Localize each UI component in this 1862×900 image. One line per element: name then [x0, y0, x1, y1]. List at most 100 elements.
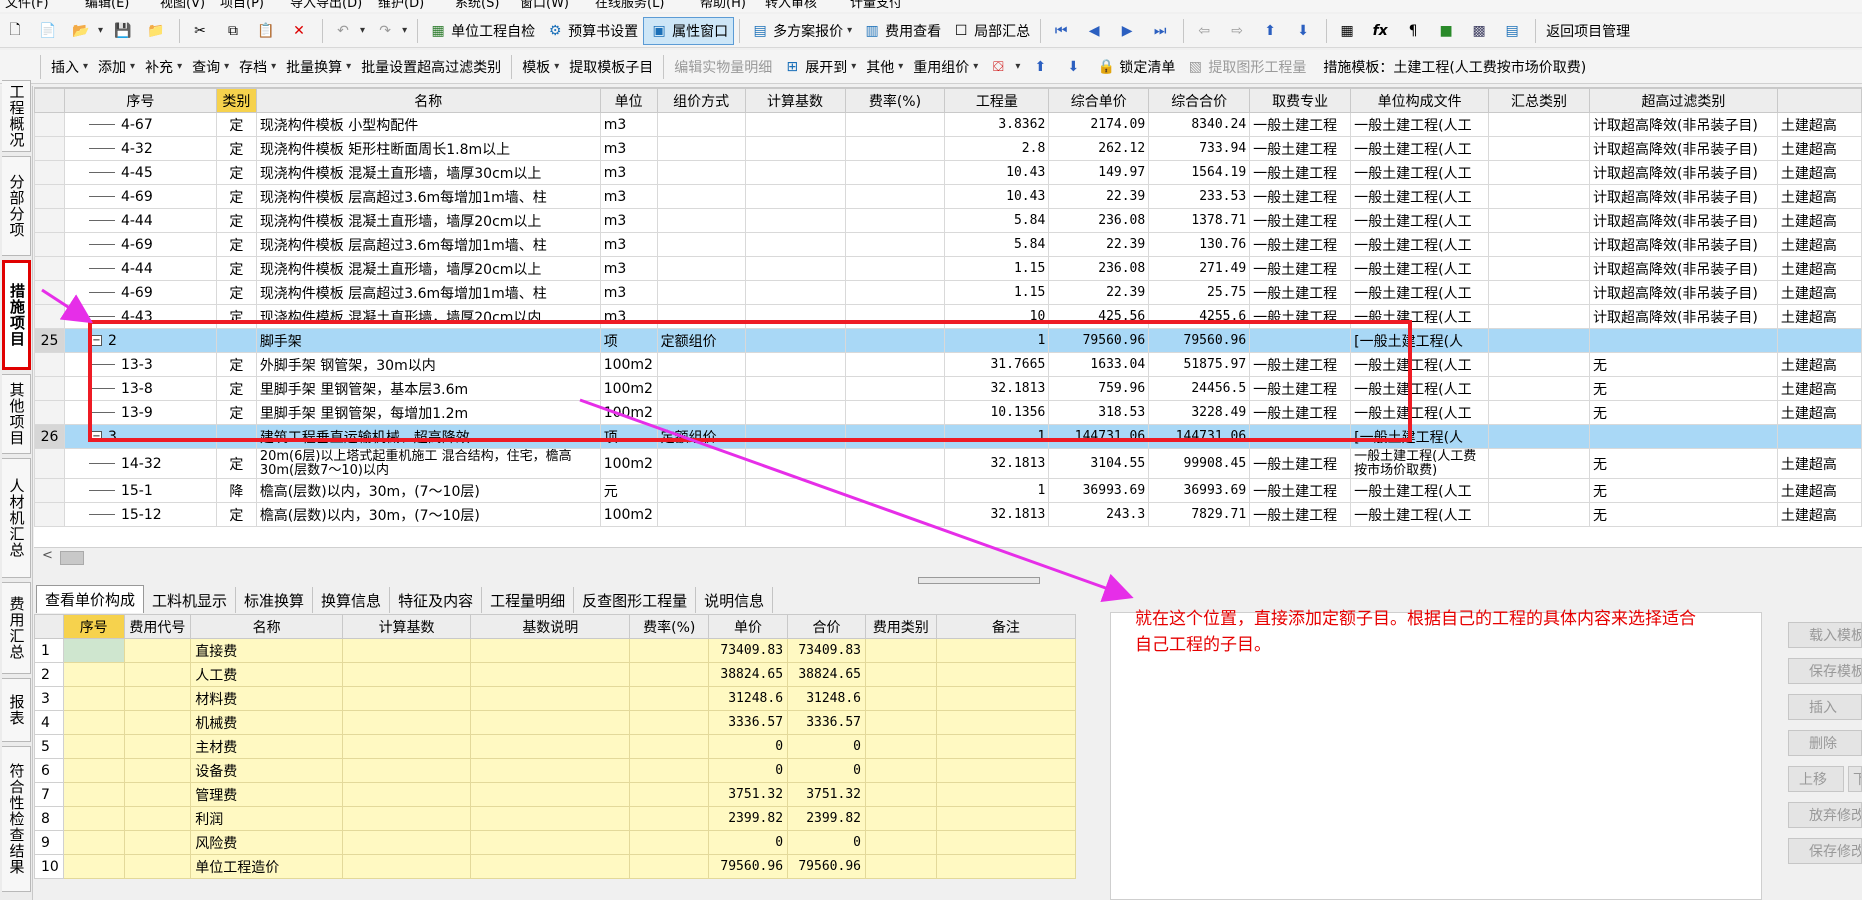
cell-spec[interactable]: 一般土建工程: [1249, 136, 1352, 161]
first-button[interactable]: ⏮: [1046, 17, 1079, 45]
cell-price[interactable]: 22.39: [1048, 280, 1150, 305]
cell-sum[interactable]: [1488, 304, 1590, 329]
cell-spec[interactable]: 一般土建工程: [1249, 112, 1352, 137]
cell-total[interactable]: 38824.65: [787, 662, 866, 687]
column-header[interactable]: 合价: [787, 614, 866, 639]
cell-remark[interactable]: [935, 662, 1077, 687]
template-button[interactable]: 模板: [517, 53, 564, 81]
cell-base[interactable]: [341, 782, 472, 807]
cell-rate[interactable]: [844, 112, 946, 137]
side-button[interactable]: 上移: [1788, 766, 1844, 792]
save-button[interactable]: 💾: [108, 17, 141, 45]
cell-desc[interactable]: [470, 830, 631, 855]
cell-name[interactable]: 主材费: [190, 734, 343, 759]
cell-price[interactable]: 236.08: [1048, 256, 1150, 281]
cell-total[interactable]: 7829.71: [1148, 502, 1251, 527]
menu-item[interactable]: 窗口(W): [520, 0, 569, 11]
table-row[interactable]: 14-32 定 20m(6层)以上塔式起重机施工 混合结构，住宅，檐高30m(层数7…: [34, 448, 1862, 479]
column-header[interactable]: [1776, 88, 1862, 113]
cell-type[interactable]: 定: [215, 208, 257, 233]
cell-total[interactable]: 3336.57: [787, 710, 866, 735]
cell-rate[interactable]: [844, 208, 946, 233]
cell-file[interactable]: 一般土建工程(人工: [1350, 112, 1490, 137]
cell-rate[interactable]: [629, 710, 710, 735]
open-button[interactable]: 📂: [66, 17, 108, 45]
cell-method[interactable]: [656, 256, 746, 281]
cell-desc[interactable]: [470, 782, 631, 807]
cell-spec[interactable]: 一般土建工程: [1249, 256, 1352, 281]
cell-type[interactable]: 定: [215, 256, 257, 281]
table-row[interactable]: 4-69 定现浇构件模板 层高超过3.6m每增加1m墙、柱 m3 10.43 22.39…: [34, 184, 1862, 209]
cell-price[interactable]: 3336.57: [708, 710, 789, 735]
cell-unit[interactable]: 100m2: [599, 502, 658, 527]
cell-base[interactable]: [744, 232, 846, 257]
horizontal-scrollbar[interactable]: <: [34, 547, 1862, 567]
cell-file[interactable]: 一般土建工程(人工: [1350, 136, 1490, 161]
cell-spec[interactable]: 一般土建工程: [1249, 478, 1352, 503]
cell-filter[interactable]: [1588, 328, 1778, 353]
menu-item[interactable]: 导入导出(D): [290, 0, 362, 11]
cell-seq[interactable]: [62, 662, 125, 687]
extract-graphic-button[interactable]: ▧ 提取图形工程量: [1180, 53, 1311, 81]
next-button[interactable]: ▶: [1112, 17, 1145, 45]
cell-code[interactable]: 4-44: [63, 208, 217, 233]
cell-desc[interactable]: [470, 806, 631, 831]
cell-total[interactable]: 31248.6: [787, 686, 866, 711]
cell-code[interactable]: [123, 710, 192, 735]
menu-item[interactable]: 视图(V): [160, 0, 205, 11]
cell-sum[interactable]: [1488, 256, 1590, 281]
cell-name[interactable]: 现浇构件模板 层高超过3.6m每增加1m墙、柱: [255, 184, 601, 209]
cell-code[interactable]: 4-67: [63, 112, 217, 137]
cell-name[interactable]: 直接费: [190, 638, 343, 663]
cell-type[interactable]: 定: [215, 112, 257, 137]
cell-name[interactable]: 檐高(层数)以内，30m，(7～10层): [255, 478, 601, 503]
cell-spec[interactable]: 一般土建工程: [1249, 232, 1352, 257]
cell-type[interactable]: 定: [215, 184, 257, 209]
cell-rate[interactable]: [844, 160, 946, 185]
cell-desc[interactable]: [470, 734, 631, 759]
cell-file[interactable]: 一般土建工程(人工: [1350, 184, 1490, 209]
fee-view-button[interactable]: ▥ 费用查看: [857, 17, 946, 45]
column-header[interactable]: 名称: [255, 88, 601, 113]
cell-price[interactable]: 262.12: [1048, 136, 1150, 161]
cell-unit[interactable]: m3: [599, 280, 658, 305]
left-tab[interactable]: 其他项目: [2, 374, 31, 454]
cell-sum[interactable]: [1488, 424, 1590, 449]
cell-name[interactable]: 现浇构件模板 层高超过3.6m每增加1m墙、柱: [255, 232, 601, 257]
cut-button[interactable]: ✂: [185, 17, 218, 45]
column-header[interactable]: 汇总类别: [1488, 88, 1590, 113]
table-row[interactable]: 4-44 定现浇构件模板 混凝土直形墙，墙厚20cm以上 m3 5.84 236.08 1…: [34, 208, 1862, 233]
cell-desc[interactable]: [470, 854, 631, 879]
cell-cat[interactable]: [864, 806, 937, 831]
other-button[interactable]: 其他: [861, 53, 908, 81]
cell-rate[interactable]: [629, 734, 710, 759]
side-button[interactable]: 删除: [1788, 730, 1862, 756]
cell-sum[interactable]: [1488, 232, 1590, 257]
cell-rate[interactable]: [844, 448, 946, 479]
column-header[interactable]: 费率(%): [844, 88, 946, 113]
image-button[interactable]: ▩: [1464, 17, 1497, 45]
cell-method[interactable]: [656, 112, 746, 137]
cell-price[interactable]: 0: [708, 734, 789, 759]
bottom-tab[interactable]: 说明信息: [696, 587, 774, 613]
cell-rate[interactable]: [844, 478, 946, 503]
table-row[interactable]: 15-1 降檐高(层数)以内，30m，(7～10层) 元 1 36993.69 36993…: [34, 478, 1862, 503]
cell-extra[interactable]: 土建超高: [1776, 256, 1862, 281]
cell-total[interactable]: 2399.82: [787, 806, 866, 831]
cell-price[interactable]: 2399.82: [708, 806, 789, 831]
cell-qty[interactable]: 10.43: [944, 160, 1050, 185]
cell-sum[interactable]: [1488, 208, 1590, 233]
cell-base[interactable]: [341, 734, 472, 759]
cell-remark[interactable]: [935, 854, 1077, 879]
cell-code[interactable]: [123, 638, 192, 663]
composition-row[interactable]: 8 利润 2399.82 2399.82: [34, 806, 1077, 831]
column-header[interactable]: 取费专业: [1249, 88, 1352, 113]
cell-spec[interactable]: 一般土建工程: [1249, 448, 1352, 479]
menu-item[interactable]: 计量支付: [850, 0, 902, 11]
cell-filter[interactable]: 无: [1588, 502, 1778, 527]
cell-price[interactable]: 73409.83: [708, 638, 789, 663]
cell-desc[interactable]: [470, 758, 631, 783]
cell-sum[interactable]: [1488, 478, 1590, 503]
cell-sum[interactable]: [1488, 400, 1590, 425]
cell-price[interactable]: 236.08: [1048, 208, 1150, 233]
